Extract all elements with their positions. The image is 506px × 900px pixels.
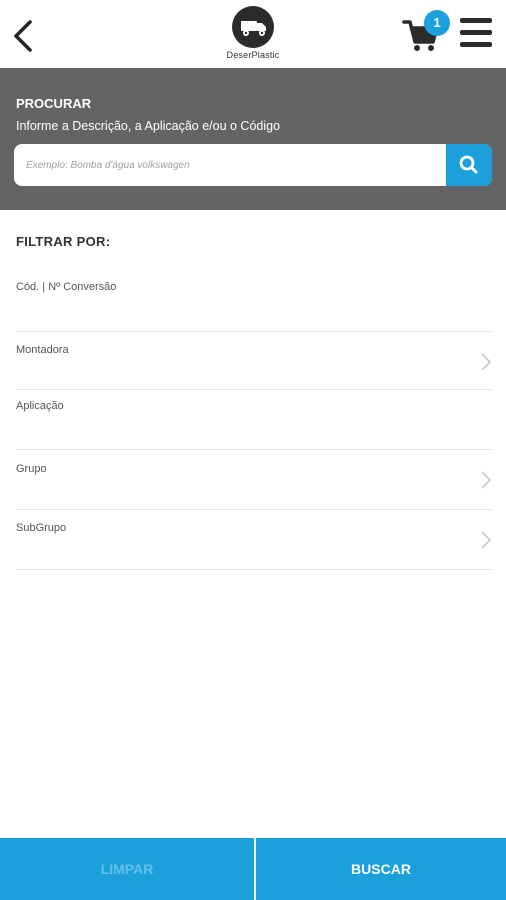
filter-label: Grupo — [16, 463, 47, 475]
logo-text: DeserPlastic — [226, 50, 280, 60]
search-button[interactable] — [446, 144, 492, 186]
search-submit-button[interactable]: BUSCAR — [256, 838, 506, 900]
filter-heading: FILTRAR POR: — [16, 234, 111, 249]
filter-label: SubGrupo — [16, 522, 67, 534]
filter-grupo[interactable]: Grupo — [16, 450, 492, 510]
search-panel: PROCURAR Informe a Descrição, a Aplicaçã… — [0, 68, 506, 210]
hamburger-line — [460, 42, 492, 47]
menu-button[interactable] — [460, 18, 496, 52]
chevron-left-icon — [14, 20, 32, 52]
search-icon — [459, 155, 478, 174]
filter-label: Cód. | Nº Conversão — [16, 281, 117, 293]
clear-button[interactable]: LIMPAR — [0, 838, 254, 900]
search-box — [14, 144, 492, 186]
filter-code-conversion[interactable]: Cód. | Nº Conversão — [16, 272, 492, 332]
truck-logo-icon — [232, 6, 274, 48]
filter-label: Aplicação — [16, 400, 64, 412]
hamburger-icon — [460, 18, 492, 23]
search-subtitle: Informe a Descrição, a Aplicação e/ou o … — [16, 119, 281, 133]
filter-subgrupo[interactable]: SubGrupo — [16, 510, 492, 570]
cart-count-badge: 1 — [424, 10, 450, 36]
back-button[interactable] — [10, 18, 40, 54]
search-title: PROCURAR — [16, 96, 92, 111]
chevron-right-icon — [481, 531, 492, 549]
bottom-action-bar: LIMPAR BUSCAR — [0, 838, 506, 900]
brand-logo: DeserPlastic — [222, 6, 284, 64]
search-input[interactable] — [14, 144, 446, 186]
chevron-right-icon — [481, 353, 492, 371]
hamburger-line — [460, 30, 492, 35]
filter-montadora[interactable]: Montadora — [16, 332, 492, 390]
filter-aplicacao[interactable]: Aplicação — [16, 390, 492, 450]
filter-label: Montadora — [16, 344, 69, 356]
app-header: DeserPlastic 1 — [0, 0, 506, 68]
chevron-right-icon — [481, 471, 492, 489]
